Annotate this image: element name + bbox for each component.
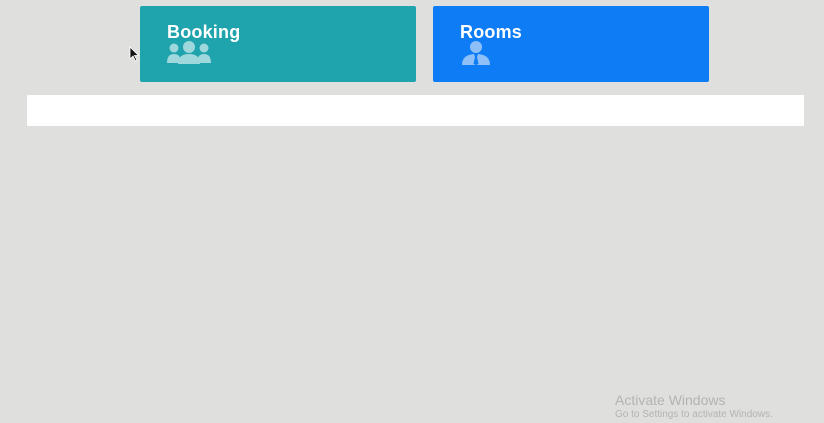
dashboard-page: Booking Rooms Activate Windows Go to Set…: [0, 0, 824, 423]
users-icon: [166, 39, 214, 65]
mouse-cursor-icon: [129, 46, 139, 62]
booking-tile[interactable]: Booking: [140, 6, 416, 82]
activate-windows-watermark: Activate Windows Go to Settings to activ…: [615, 392, 773, 422]
watermark-subtitle: Go to Settings to activate Windows.: [615, 409, 773, 420]
watermark-title: Activate Windows: [615, 392, 726, 408]
user-tie-icon: [459, 39, 507, 65]
rooms-tile[interactable]: Rooms: [433, 6, 709, 82]
content-panel: [27, 95, 804, 126]
